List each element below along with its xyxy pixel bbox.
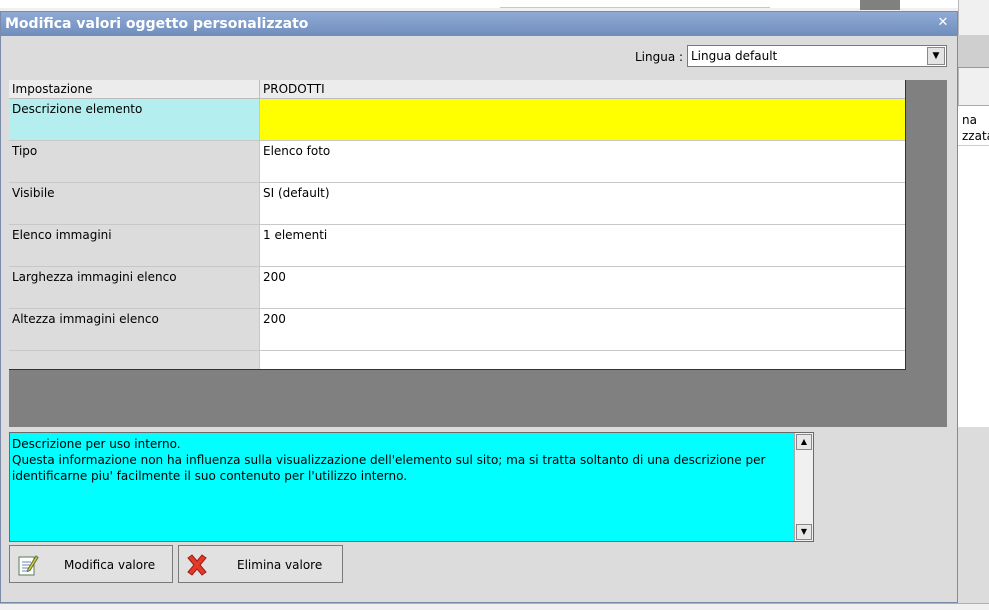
background-dark-strip [860,0,900,10]
row-key: Tipo [9,141,260,182]
dialog-title: Modifica valori oggetto personalizzato [5,16,309,32]
background-panel-text: nazzata [962,113,989,143]
edit-value-label: Modifica valore [64,558,156,572]
row-value [260,351,905,369]
background-panel [958,105,989,428]
dropdown-arrow-icon[interactable]: ▼ [927,47,945,65]
row-key: Larghezza immagini elenco [9,267,260,308]
grid-row-larghezza[interactable]: Larghezza immagini elenco 200 [9,267,905,309]
settings-grid: Impostazione PRODOTTI Descrizione elemen… [9,80,906,370]
column-separator [259,80,260,98]
grid-row-tipo[interactable]: Tipo Elenco foto [9,141,905,183]
background-toolbar-strip [500,0,770,8]
row-key: Altezza immagini elenco [9,309,260,350]
description-scrollbar[interactable]: ▲ ▼ [794,433,813,541]
grid-row-elenco-immagini[interactable]: Elenco immagini 1 elementi [9,225,905,267]
row-value[interactable]: 200 [260,267,905,308]
edit-object-dialog: Modifica valori oggetto personalizzato ✕… [0,11,958,603]
edit-value-button[interactable]: Modifica valore [9,545,173,583]
row-value[interactable]: 200 [260,309,905,350]
grid-row-visibile[interactable]: Visibile SI (default) [9,183,905,225]
dialog-titlebar[interactable]: Modifica valori oggetto personalizzato ✕ [1,12,957,36]
delete-value-label: Elimina valore [237,558,323,572]
grid-header: Impostazione PRODOTTI [9,80,905,99]
red-x-icon [187,554,207,576]
background-panel-header [958,35,989,68]
row-key: Visibile [9,183,260,224]
grid-row-descrizione[interactable]: Descrizione elemento [9,99,905,141]
language-selected-value: Lingua default [691,49,778,63]
delete-value-button[interactable]: Elimina valore [178,545,343,583]
row-value[interactable]: Elenco foto [260,141,905,182]
edit-note-icon [18,555,39,576]
row-value[interactable]: SI (default) [260,183,905,224]
language-select[interactable]: Lingua default ▼ [687,45,947,67]
column-header-setting: Impostazione [12,82,93,96]
grid-area: Impostazione PRODOTTI Descrizione elemen… [9,80,947,427]
row-key: Elenco immagini [9,225,260,266]
close-icon: ✕ [937,15,949,30]
description-text: Descrizione per uso interno. Questa info… [12,437,766,483]
background-gray-area [958,427,989,609]
close-button[interactable]: ✕ [935,15,951,30]
scroll-down-icon[interactable]: ▼ [796,524,812,540]
row-key [9,351,260,369]
row-value[interactable] [260,99,905,140]
row-key: Descrizione elemento [9,99,260,140]
scroll-up-icon[interactable]: ▲ [796,434,812,450]
language-label: Lingua : [635,50,684,64]
background-app-top [0,0,989,8]
background-panel-divider [958,145,989,146]
grid-row-empty [9,351,905,369]
internal-description-box[interactable]: Descrizione per uso interno. Questa info… [9,432,814,542]
column-header-value: PRODOTTI [263,82,325,96]
row-value[interactable]: 1 elementi [260,225,905,266]
grid-row-altezza[interactable]: Altezza immagini elenco 200 [9,309,905,351]
